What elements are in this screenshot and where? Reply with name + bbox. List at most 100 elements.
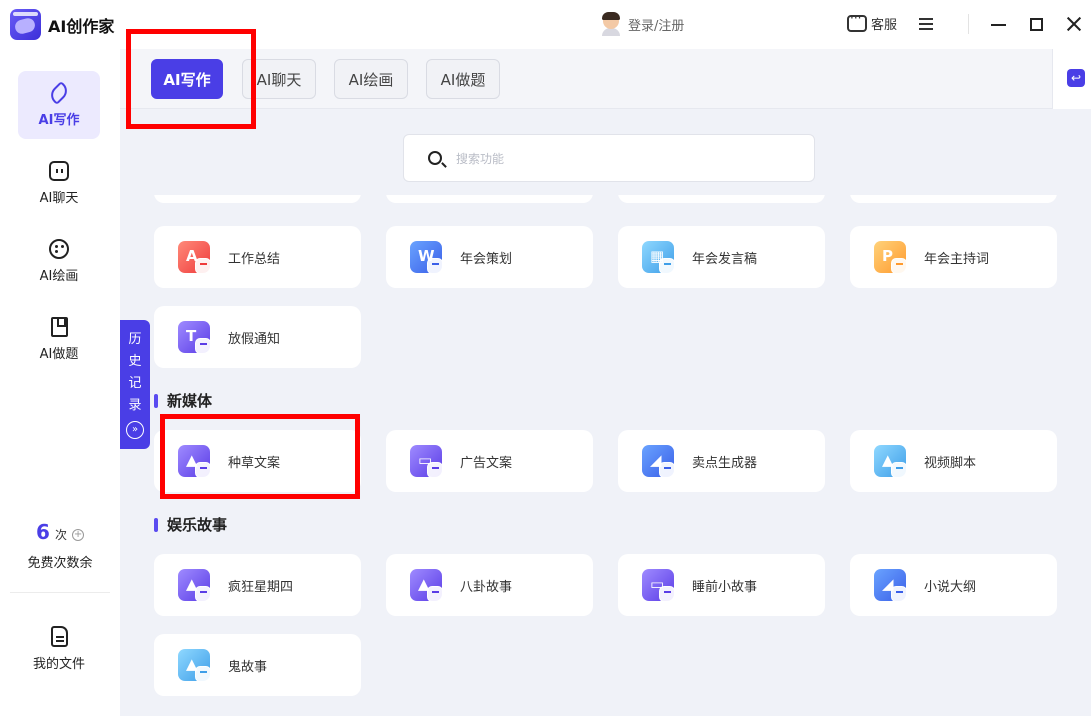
- feature-card-holiday-notice[interactable]: T 放假通知: [154, 306, 361, 368]
- selling-point-icon: ◢: [642, 445, 675, 478]
- category-tab-bar: AI写作 AI聊天 AI绘画 AI做题: [120, 49, 1052, 109]
- menu-icon[interactable]: [919, 18, 933, 30]
- app-window: AI创作家 登录/注册 客服 AI写作 AI聊天 AI绘画: [0, 0, 1091, 716]
- file-icon: [50, 626, 68, 647]
- gossip-story-icon: ▲: [410, 569, 443, 602]
- feature-card-label: 鬼故事: [228, 660, 268, 675]
- annotation-box-card: [160, 414, 360, 499]
- app-logo-icon: [10, 9, 41, 40]
- free-count: 6 次 +: [0, 520, 120, 544]
- feature-card-gossip-story[interactable]: ▲ 八卦故事: [386, 554, 593, 616]
- avatar-icon: [600, 12, 622, 36]
- sidebar-item-ai-writing[interactable]: AI写作: [18, 71, 100, 139]
- sidebar-item-ai-chat[interactable]: AI聊天: [18, 149, 100, 217]
- customer-service-button[interactable]: 客服: [847, 11, 898, 33]
- feature-card-label: 放假通知: [228, 332, 281, 347]
- undo-icon[interactable]: ↩: [1067, 69, 1085, 87]
- holiday-notice-icon: T: [178, 321, 211, 354]
- history-char: 记: [128, 376, 142, 391]
- section-marker: [154, 393, 158, 408]
- feature-card-label: 视频脚本: [924, 456, 977, 471]
- feature-card-crazy-thursday[interactable]: ▲ 疯狂星期四: [154, 554, 361, 616]
- feature-card-bedtime-story[interactable]: ▭ 睡前小故事: [618, 554, 825, 616]
- annotation-box-tab: [126, 29, 256, 129]
- close-icon[interactable]: [1065, 15, 1083, 33]
- free-count-number: 6: [35, 520, 50, 544]
- tab-ai-painting[interactable]: AI绘画: [334, 59, 408, 99]
- tab-ai-homework[interactable]: AI做题: [426, 59, 500, 99]
- free-count-unit: 次: [54, 528, 67, 542]
- history-tab[interactable]: 历 史 记 录 »: [120, 320, 150, 449]
- sidebar: AI写作 AI聊天 AI绘画 AI做题 6 次 + 免费次数余 我的文件: [0, 49, 120, 716]
- feature-card-label: 年会策划: [460, 252, 513, 267]
- host-script-icon: P: [874, 241, 907, 274]
- maximize-icon[interactable]: [1030, 18, 1043, 31]
- free-count-label: 免费次数余: [27, 556, 93, 571]
- feature-card-label: 疯狂星期四: [228, 580, 294, 595]
- login-button[interactable]: 登录/注册: [600, 12, 684, 36]
- sidebar-item-label: AI绘画: [39, 268, 79, 284]
- feature-card-label: 卖点生成器: [692, 456, 758, 471]
- feature-card-novel-outline[interactable]: ◢ 小说大纲: [850, 554, 1057, 616]
- pen-icon: [46, 80, 72, 105]
- section-header-new-media: 新媒体: [154, 390, 212, 411]
- feature-card-video-script[interactable]: ▲ 视频脚本: [850, 430, 1057, 492]
- search-box[interactable]: [403, 134, 815, 182]
- login-label: 登录/注册: [628, 18, 685, 34]
- feature-card-label: 年会主持词: [924, 252, 990, 267]
- sidebar-item-label: AI聊天: [39, 190, 79, 206]
- feature-card-label: 睡前小故事: [692, 580, 758, 595]
- work-summary-icon: A: [178, 241, 211, 274]
- annual-plan-icon: W: [410, 241, 443, 274]
- chat-icon: [49, 160, 69, 181]
- feature-card-selling-point[interactable]: ◢ 卖点生成器: [618, 430, 825, 492]
- section-header-entertainment: 娱乐故事: [154, 514, 227, 535]
- card-partial: [618, 195, 825, 203]
- sidebar-item-ai-painting[interactable]: AI绘画: [18, 227, 100, 295]
- history-char: 录: [128, 398, 142, 413]
- feature-card-annual-speech[interactable]: ▦ 年会发言稿: [618, 226, 825, 288]
- search-icon: [428, 151, 442, 165]
- bedtime-story-icon: ▭: [642, 569, 675, 602]
- minimize-icon[interactable]: [991, 24, 1006, 26]
- palette-icon: [49, 238, 69, 259]
- novel-outline-icon: ◢: [874, 569, 907, 602]
- card-partial: [850, 195, 1057, 203]
- card-partial: [154, 195, 361, 203]
- section-marker: [154, 517, 158, 532]
- history-char: 史: [128, 354, 142, 369]
- section-title: 新媒体: [167, 392, 213, 410]
- feature-card-label: 工作总结: [228, 252, 281, 267]
- feature-card-label: 小说大纲: [924, 580, 977, 595]
- customer-service-label: 客服: [871, 18, 898, 33]
- card-partial: [386, 195, 593, 203]
- double-chevron-right-icon: »: [126, 421, 144, 439]
- plus-circle-icon[interactable]: +: [72, 528, 85, 541]
- book-icon: [50, 316, 68, 337]
- feature-card-work-summary[interactable]: A 工作总结: [154, 226, 361, 288]
- feature-card-label: 广告文案: [460, 456, 513, 471]
- sidebar-item-label: AI做题: [39, 346, 79, 362]
- annual-speech-icon: ▦: [642, 241, 675, 274]
- ghost-story-icon: ▲: [178, 649, 211, 682]
- feature-card-label: 年会发言稿: [692, 252, 758, 267]
- ad-copy-icon: ▭: [410, 445, 443, 478]
- crazy-thursday-icon: ▲: [178, 569, 211, 602]
- feature-card-label: 八卦故事: [460, 580, 513, 595]
- sidebar-item-label: AI写作: [38, 112, 80, 128]
- feature-card-ad-copy[interactable]: ▭ 广告文案: [386, 430, 593, 492]
- sidebar-item-my-files[interactable]: 我的文件: [18, 615, 100, 683]
- history-char: 历: [128, 332, 142, 347]
- video-script-icon: ▲: [874, 445, 907, 478]
- feature-card-ghost-story[interactable]: ▲ 鬼故事: [154, 634, 361, 696]
- chat-bubble-icon: [847, 11, 867, 32]
- sidebar-divider: [10, 592, 110, 593]
- feature-card-host-script[interactable]: P 年会主持词: [850, 226, 1057, 288]
- search-input[interactable]: [456, 147, 796, 171]
- section-title: 娱乐故事: [167, 516, 228, 534]
- sidebar-item-label: 我的文件: [32, 657, 85, 672]
- sidebar-item-ai-homework[interactable]: AI做题: [18, 305, 100, 373]
- titlebar-divider: [968, 14, 969, 34]
- feature-card-annual-plan[interactable]: W 年会策划: [386, 226, 593, 288]
- app-title: AI创作家: [48, 17, 115, 36]
